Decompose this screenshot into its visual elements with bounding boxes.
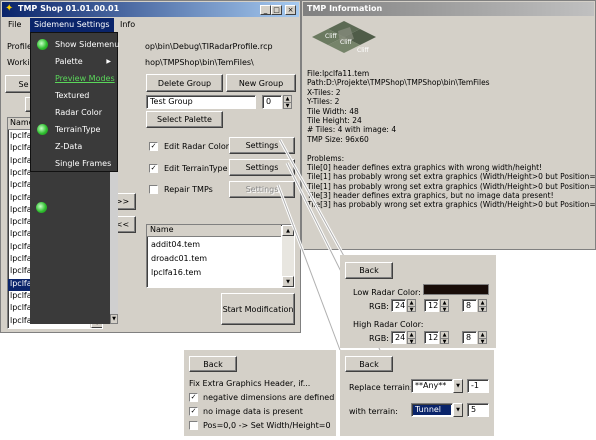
high-b-input[interactable]: 8 [462,331,477,344]
replace-terrain-number[interactable]: -1 [467,379,489,393]
pos-zero-checkbox[interactable] [189,421,198,430]
negative-dimensions-checkbox[interactable]: ✓ [189,393,198,402]
radar-back-button[interactable]: Back [345,262,393,279]
with-terrain-number[interactable]: 5 [467,403,489,417]
negative-dimensions-label: negative dimensions are defined [203,393,335,402]
high-b-spinner[interactable]: ▲ ▼ [478,331,487,345]
fix-heading: Fix Extra Graphics Header, if... [189,379,311,388]
high-radar-color-label: High Radar Color: [353,320,424,329]
low-b-spinner[interactable]: ▲ ▼ [478,299,487,313]
low-g-spinner[interactable]: ▲ ▼ [440,299,449,313]
replace-terrain-label: Replace terrain: [349,383,413,392]
low-g-input[interactable]: 12 [424,299,439,312]
replace-dropdown-arrow[interactable]: ▼ [453,379,463,393]
with-terrain-value: Tunnel [413,405,451,415]
with-terrain-select[interactable]: Tunnel [411,403,453,417]
no-image-data-checkbox[interactable]: ✓ [189,407,198,416]
with-terrain-label: with terrain: [349,407,398,416]
pos-zero-label: Pos=0,0 -> Set Width/Height=0 [203,421,331,430]
rgb-label: RGB: [369,302,389,311]
replace-terrain-select[interactable]: **Any** [411,379,453,393]
low-r-input[interactable]: 24 [391,299,406,312]
terrain-panel: Back Replace terrain: **Any** ▼ -1 with … [340,350,494,436]
fix-graphics-panel: Back Fix Extra Graphics Header, if... ✓ … [184,350,336,436]
high-g-spinner[interactable]: ▲ ▼ [440,331,449,345]
radar-color-swatch[interactable] [423,284,489,295]
low-b-input[interactable]: 8 [462,299,477,312]
radar-color-panel: Back Low Radar Color: RGB: 24 ▲ ▼ 12 ▲ ▼ 8… [340,255,496,348]
high-g-input[interactable]: 12 [424,331,439,344]
high-r-spinner[interactable]: ▲ ▼ [407,331,416,345]
no-image-data-label: no image data is present [203,407,303,416]
terrain-back-button[interactable]: Back [345,356,393,372]
with-dropdown-arrow[interactable]: ▼ [453,403,463,417]
fix-back-button[interactable]: Back [189,356,237,372]
high-r-input[interactable]: 24 [391,331,406,344]
rgb-label: RGB: [369,334,389,343]
low-r-spinner[interactable]: ▲ ▼ [407,299,416,313]
low-radar-color-label: Low Radar Color: [353,288,421,297]
